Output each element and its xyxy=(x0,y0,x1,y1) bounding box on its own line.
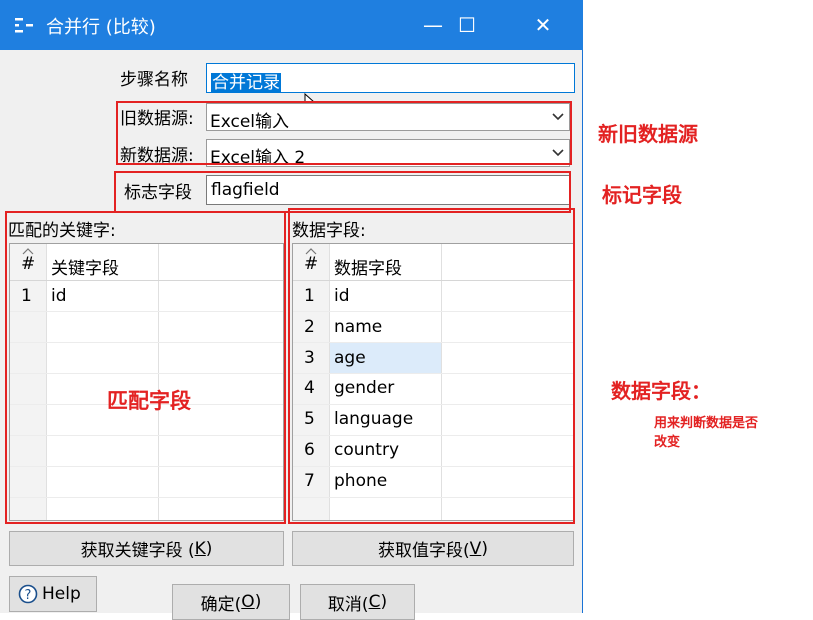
ok-button[interactable]: 确定(O) xyxy=(172,584,290,620)
step-name-label: 步骤名称 xyxy=(120,70,188,90)
close-button[interactable]: ✕ xyxy=(513,0,573,50)
annotation-source: 新旧数据源 xyxy=(598,122,698,146)
annotation-flag: 标记字段 xyxy=(602,183,682,207)
get-value-fields-button[interactable]: 获取值字段(V) xyxy=(292,531,574,566)
help-icon: ? xyxy=(18,584,38,604)
svg-text:?: ? xyxy=(25,588,32,603)
cancel-button[interactable]: 取消(C) xyxy=(300,584,415,620)
dialog-window: 合并行 (比较) — ☐ ✕ 步骤名称 合并记录 旧数据源: Excel输入 新… xyxy=(0,0,583,620)
step-name-input[interactable]: 合并记录 xyxy=(206,63,575,93)
flag-highlight-box xyxy=(114,171,571,213)
close-icon: ✕ xyxy=(534,13,552,37)
data-fields-highlight-box xyxy=(288,208,575,524)
step-name-value: 合并记录 xyxy=(211,73,281,93)
maximize-button[interactable]: ☐ xyxy=(437,0,497,50)
merge-rows-icon xyxy=(15,18,33,33)
title-bar[interactable]: 合并行 (比较) — ☐ ✕ xyxy=(0,0,583,50)
annotation-data-title: 数据字段： xyxy=(611,379,711,403)
maximize-icon: ☐ xyxy=(458,13,476,37)
match-highlight-box xyxy=(5,211,286,524)
annotation-data-desc-line2: 改变 xyxy=(654,435,681,450)
source-highlight-box xyxy=(116,101,572,165)
get-key-fields-button[interactable]: 获取关键字段 (K) xyxy=(9,531,284,566)
annotation-data-desc-line1: 用来判断数据是否 xyxy=(654,416,759,431)
help-button[interactable]: ? Help xyxy=(9,576,97,612)
window-title: 合并行 (比较) xyxy=(46,17,156,38)
annotation-match: 匹配字段 xyxy=(107,389,191,413)
